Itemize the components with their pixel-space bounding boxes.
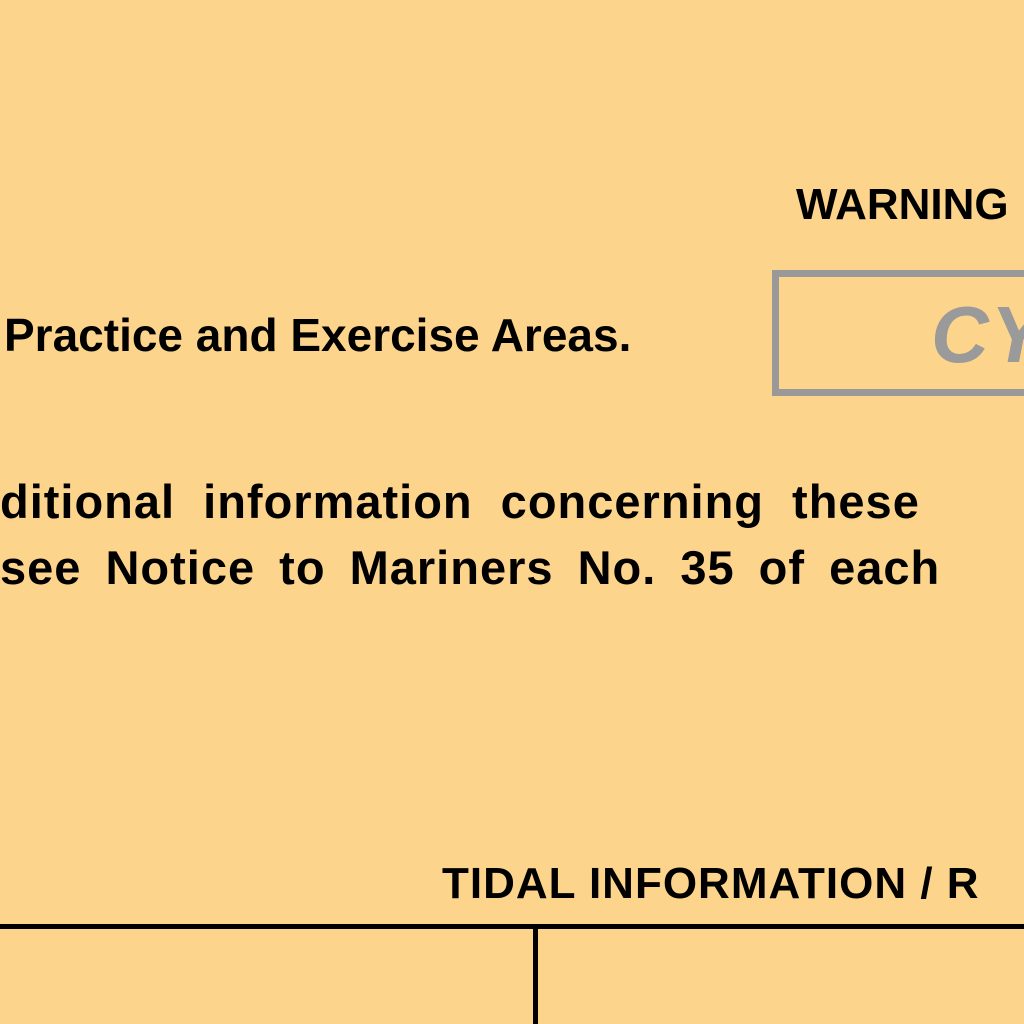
warning-heading: WARNING <box>796 180 1009 229</box>
stamp-box: CY <box>772 270 1024 396</box>
tidal-information-heading: TIDAL INFORMATION / R <box>442 859 980 908</box>
stamp-text: CY <box>931 290 1024 379</box>
info-line-2: see Notice to Mariners No. 35 of each <box>0 541 941 594</box>
info-line-1: ditional information concerning these <box>0 475 920 528</box>
practice-areas-text: Practice and Exercise Areas. <box>4 309 632 361</box>
table-top-rule <box>0 924 1024 929</box>
table-column-divider <box>533 926 538 1024</box>
